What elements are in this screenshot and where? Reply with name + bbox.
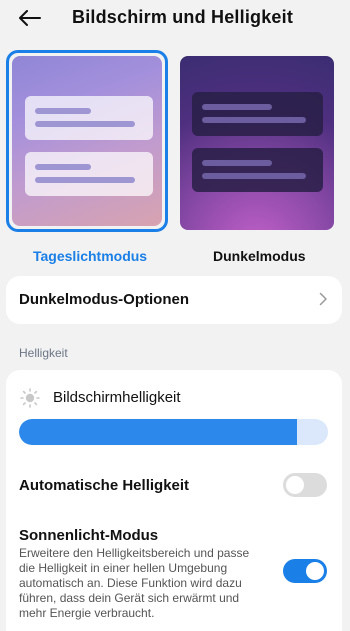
preview-card xyxy=(192,92,323,136)
brightness-panel: Bildschirmhelligkeit Automatische Hellig… xyxy=(6,370,342,631)
preview-card xyxy=(25,152,153,196)
top-bar: Bildschirm und Helligkeit xyxy=(0,0,350,36)
dark-mode-preview xyxy=(180,56,334,230)
brightness-section-heading: Helligkeit xyxy=(19,346,68,360)
dark-mode-label[interactable]: Dunkelmodus xyxy=(213,248,306,264)
light-mode-label[interactable]: Tageslichtmodus xyxy=(33,248,147,264)
sun-icon xyxy=(20,388,40,408)
brightness-slider[interactable] xyxy=(19,419,328,445)
brightness-slider-fill xyxy=(19,419,298,445)
brightness-label: Bildschirmhelligkeit xyxy=(53,389,181,406)
auto-brightness-label: Automatische Helligkeit xyxy=(19,477,190,494)
preview-card xyxy=(192,148,323,192)
dark-mode-options-row[interactable]: Dunkelmodus-Optionen xyxy=(6,276,342,324)
sunlight-mode-title: Sonnenlicht-Modus xyxy=(19,527,159,544)
preview-card xyxy=(25,96,153,140)
sunlight-mode-description: Erweitere den Helligkeitsbereich und pas… xyxy=(19,546,250,620)
chevron-right-icon xyxy=(319,292,327,306)
auto-brightness-toggle[interactable] xyxy=(283,473,327,497)
light-mode-option[interactable] xyxy=(6,50,168,232)
dark-mode-options-label: Dunkelmodus-Optionen xyxy=(19,291,189,308)
dark-mode-option[interactable] xyxy=(180,56,334,230)
arrow-left-icon xyxy=(19,10,41,26)
light-mode-preview xyxy=(12,56,162,226)
sunlight-mode-toggle[interactable] xyxy=(283,559,327,583)
back-button[interactable] xyxy=(16,4,44,32)
page-title: Bildschirm und Helligkeit xyxy=(72,7,294,27)
